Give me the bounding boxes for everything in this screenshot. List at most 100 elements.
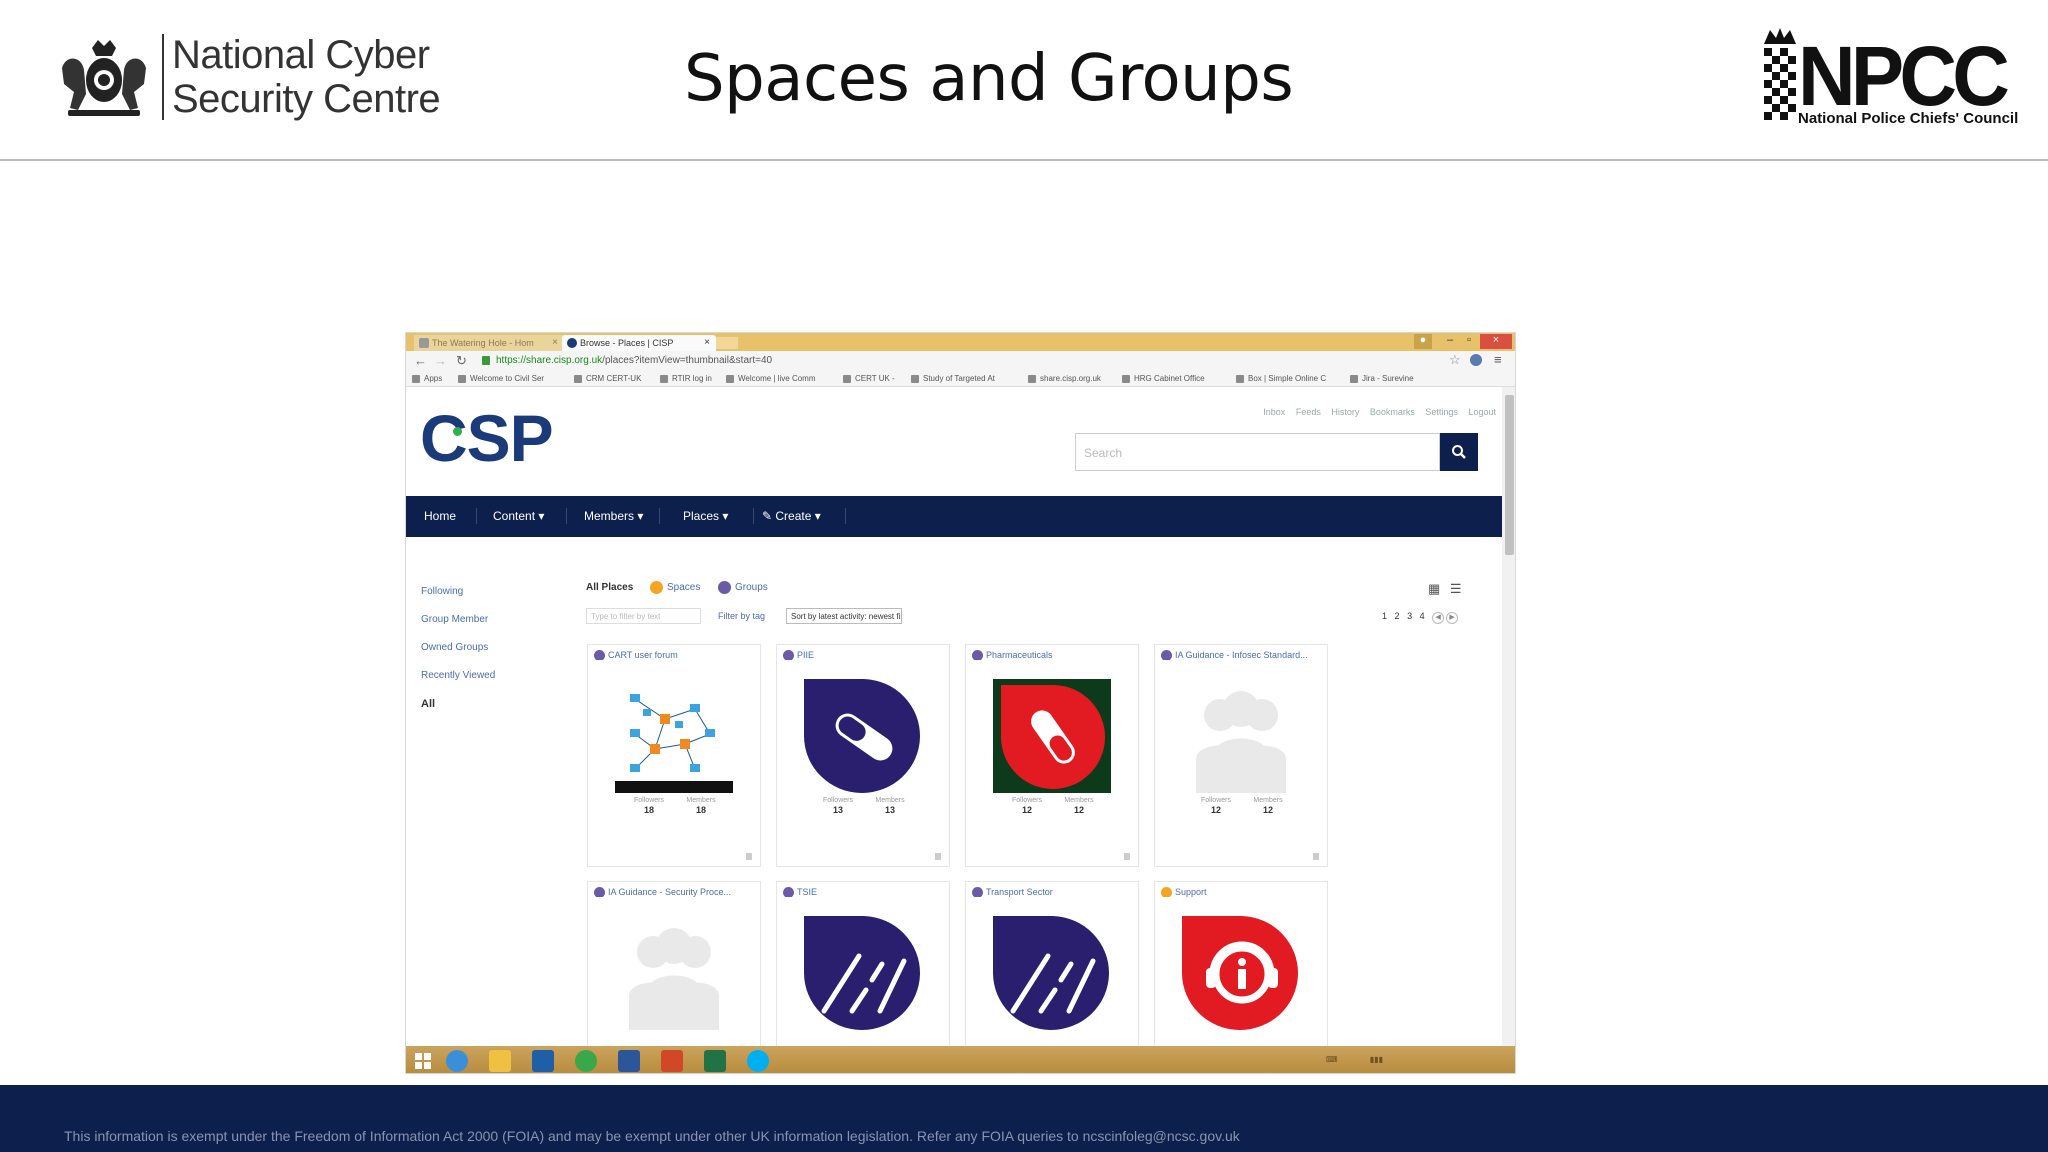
- link-feeds[interactable]: Feeds: [1296, 407, 1321, 417]
- place-card[interactable]: PIIE Followers 13 Members 13: [776, 644, 950, 867]
- bookmark-share-cisp[interactable]: share.cisp.org.uk: [1028, 374, 1101, 383]
- close-window-icon[interactable]: ×: [1480, 334, 1512, 349]
- bookmark-apps[interactable]: Apps: [412, 374, 442, 383]
- bookmark-box[interactable]: Box | Simple Online C: [1236, 374, 1326, 383]
- browser-menu-icon[interactable]: ≡: [1494, 352, 1502, 367]
- excel-icon[interactable]: [704, 1050, 726, 1072]
- user-profile-icon[interactable]: ●: [1414, 334, 1432, 349]
- place-card[interactable]: CART user forum Followers 18 Members 18: [587, 644, 761, 867]
- card-menu-icon[interactable]: [1124, 853, 1130, 860]
- page-link[interactable]: 4: [1420, 611, 1425, 621]
- grid-view-icon[interactable]: ▦: [1428, 581, 1440, 596]
- filter-spaces[interactable]: Spaces: [650, 581, 700, 594]
- search-button[interactable]: [1440, 433, 1478, 471]
- npcc-logo: NPCC National Police Chiefs' Council: [1760, 26, 2018, 130]
- sidebar-item-following[interactable]: Following: [421, 586, 495, 614]
- card-title[interactable]: IA Guidance - Infosec Standard...: [1161, 650, 1321, 660]
- members-stat: Members 12: [1243, 797, 1293, 815]
- card-menu-icon[interactable]: [746, 853, 752, 860]
- pill-icon: [804, 679, 920, 793]
- next-page-icon[interactable]: ▶: [1446, 612, 1459, 624]
- nav-places[interactable]: Places ▾: [683, 509, 728, 523]
- sidebar-item-recently-viewed[interactable]: Recently Viewed: [421, 670, 495, 698]
- place-card[interactable]: Support: [1154, 881, 1328, 1046]
- nav-members[interactable]: Members ▾: [584, 509, 643, 523]
- page-link[interactable]: 3: [1407, 611, 1412, 621]
- browser-tab-places[interactable]: Browse - Places | CISP ×: [562, 335, 716, 351]
- internet-explorer-icon[interactable]: [446, 1050, 468, 1072]
- link-history[interactable]: History: [1331, 407, 1359, 417]
- link-logout[interactable]: Logout: [1468, 407, 1496, 417]
- sidebar-item-all[interactable]: All: [421, 698, 495, 726]
- card-menu-icon[interactable]: [935, 853, 941, 860]
- back-arrow-icon[interactable]: ←: [414, 353, 427, 368]
- card-title[interactable]: CART user forum: [594, 650, 754, 660]
- bookmark-crm[interactable]: CRM CERT-UK: [574, 374, 641, 383]
- card-title[interactable]: Pharmaceuticals: [972, 650, 1132, 660]
- sort-select[interactable]: Sort by latest activity: newest first ▾: [786, 608, 902, 624]
- nav-content[interactable]: Content ▾: [493, 509, 544, 523]
- nav-home[interactable]: Home: [424, 509, 456, 523]
- sidebar-item-group-member[interactable]: Group Member: [421, 614, 495, 642]
- windows-start-icon[interactable]: [412, 1050, 434, 1072]
- bookmark-star-icon[interactable]: ☆: [1449, 352, 1461, 368]
- skype-icon[interactable]: [747, 1050, 769, 1072]
- bookmark-jira[interactable]: Jira - Surevine: [1350, 374, 1414, 383]
- bookmark-hrg[interactable]: HRG Cabinet Office: [1122, 374, 1205, 383]
- slide: National Cyber Security Centre Spaces an…: [0, 0, 2048, 1152]
- list-view-icon[interactable]: ☰: [1450, 581, 1462, 596]
- card-title[interactable]: Support: [1161, 887, 1321, 897]
- network-icon[interactable]: ▮▮▮: [1370, 1055, 1383, 1064]
- bookmark-study[interactable]: Study of Targeted At: [911, 374, 995, 383]
- tab-close-icon[interactable]: ×: [552, 337, 558, 348]
- minimize-icon[interactable]: –: [1442, 334, 1458, 349]
- page-link[interactable]: 1: [1382, 611, 1387, 621]
- filter-text-input[interactable]: Type to filter by text: [586, 608, 701, 624]
- powerpoint-icon[interactable]: [661, 1050, 683, 1072]
- npcc-wordmark: NPCC: [1798, 29, 2010, 123]
- filter-all-places[interactable]: All Places: [586, 582, 633, 593]
- card-menu-icon[interactable]: [1313, 853, 1319, 860]
- bookmark-rtir[interactable]: RTIR log in: [660, 374, 712, 383]
- chrome-icon[interactable]: [575, 1050, 597, 1072]
- members-count: 18: [695, 805, 706, 815]
- sidebar-item-owned-groups[interactable]: Owned Groups: [421, 642, 495, 670]
- bookmark-live-comm[interactable]: Welcome | live Comm: [726, 374, 816, 383]
- reload-icon[interactable]: ↻: [456, 353, 467, 369]
- card-title[interactable]: TSIE: [783, 887, 943, 897]
- place-card[interactable]: IA Guidance - Security Proce...: [587, 881, 761, 1046]
- prev-page-icon[interactable]: ◀: [1432, 612, 1445, 624]
- maximize-icon[interactable]: ▫: [1461, 334, 1477, 349]
- bookmark-civil-service[interactable]: Welcome to Civil Ser: [458, 374, 544, 383]
- extension-icon[interactable]: [1470, 354, 1482, 366]
- scroll-thumb[interactable]: [1505, 395, 1514, 555]
- file-explorer-icon[interactable]: [489, 1050, 511, 1072]
- link-bookmarks[interactable]: Bookmarks: [1370, 407, 1415, 417]
- filter-groups[interactable]: Groups: [718, 581, 768, 594]
- tab-close-icon[interactable]: ×: [704, 337, 710, 348]
- link-settings[interactable]: Settings: [1425, 407, 1458, 417]
- nav-create[interactable]: ✎ Create ▾: [762, 509, 821, 523]
- browser-tab-watering-hole[interactable]: The Watering Hole - Hom ×: [414, 335, 564, 351]
- place-card[interactable]: Pharmaceuticals Followers 12 Members 12: [965, 644, 1139, 867]
- link-inbox[interactable]: Inbox: [1263, 407, 1285, 417]
- place-card[interactable]: Transport Sector: [965, 881, 1139, 1046]
- forward-arrow-icon[interactable]: →: [434, 353, 447, 368]
- new-tab-button[interactable]: [716, 337, 738, 349]
- url-host: https://share.cisp.org.uk: [496, 355, 603, 366]
- page-link[interactable]: 2: [1395, 611, 1400, 621]
- scrollbar[interactable]: [1502, 387, 1515, 1046]
- csp-logo[interactable]: CSP: [420, 405, 554, 471]
- word-icon[interactable]: [618, 1050, 640, 1072]
- place-card[interactable]: TSIE: [776, 881, 950, 1046]
- search-input[interactable]: Search: [1075, 433, 1440, 471]
- filter-by-tag-link[interactable]: Filter by tag: [718, 611, 765, 621]
- card-title[interactable]: IA Guidance - Security Proce...: [594, 887, 754, 897]
- keyboard-icon[interactable]: ⌨: [1326, 1055, 1338, 1064]
- place-card[interactable]: IA Guidance - Infosec Standard... Follow…: [1154, 644, 1328, 867]
- outlook-icon[interactable]: [532, 1050, 554, 1072]
- url-field[interactable]: https://share.cisp.org.uk/places?itemVie…: [496, 355, 772, 366]
- card-title[interactable]: PIIE: [783, 650, 943, 660]
- card-title[interactable]: Transport Sector: [972, 887, 1132, 897]
- bookmark-cert-uk[interactable]: CERT UK -: [843, 374, 895, 383]
